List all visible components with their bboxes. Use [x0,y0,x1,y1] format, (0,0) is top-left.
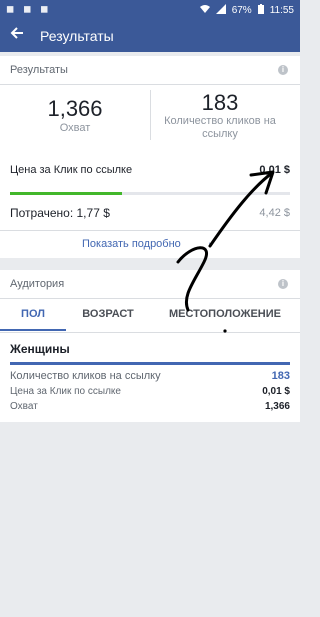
handdrawn-arrow-annotation [176,170,275,333]
